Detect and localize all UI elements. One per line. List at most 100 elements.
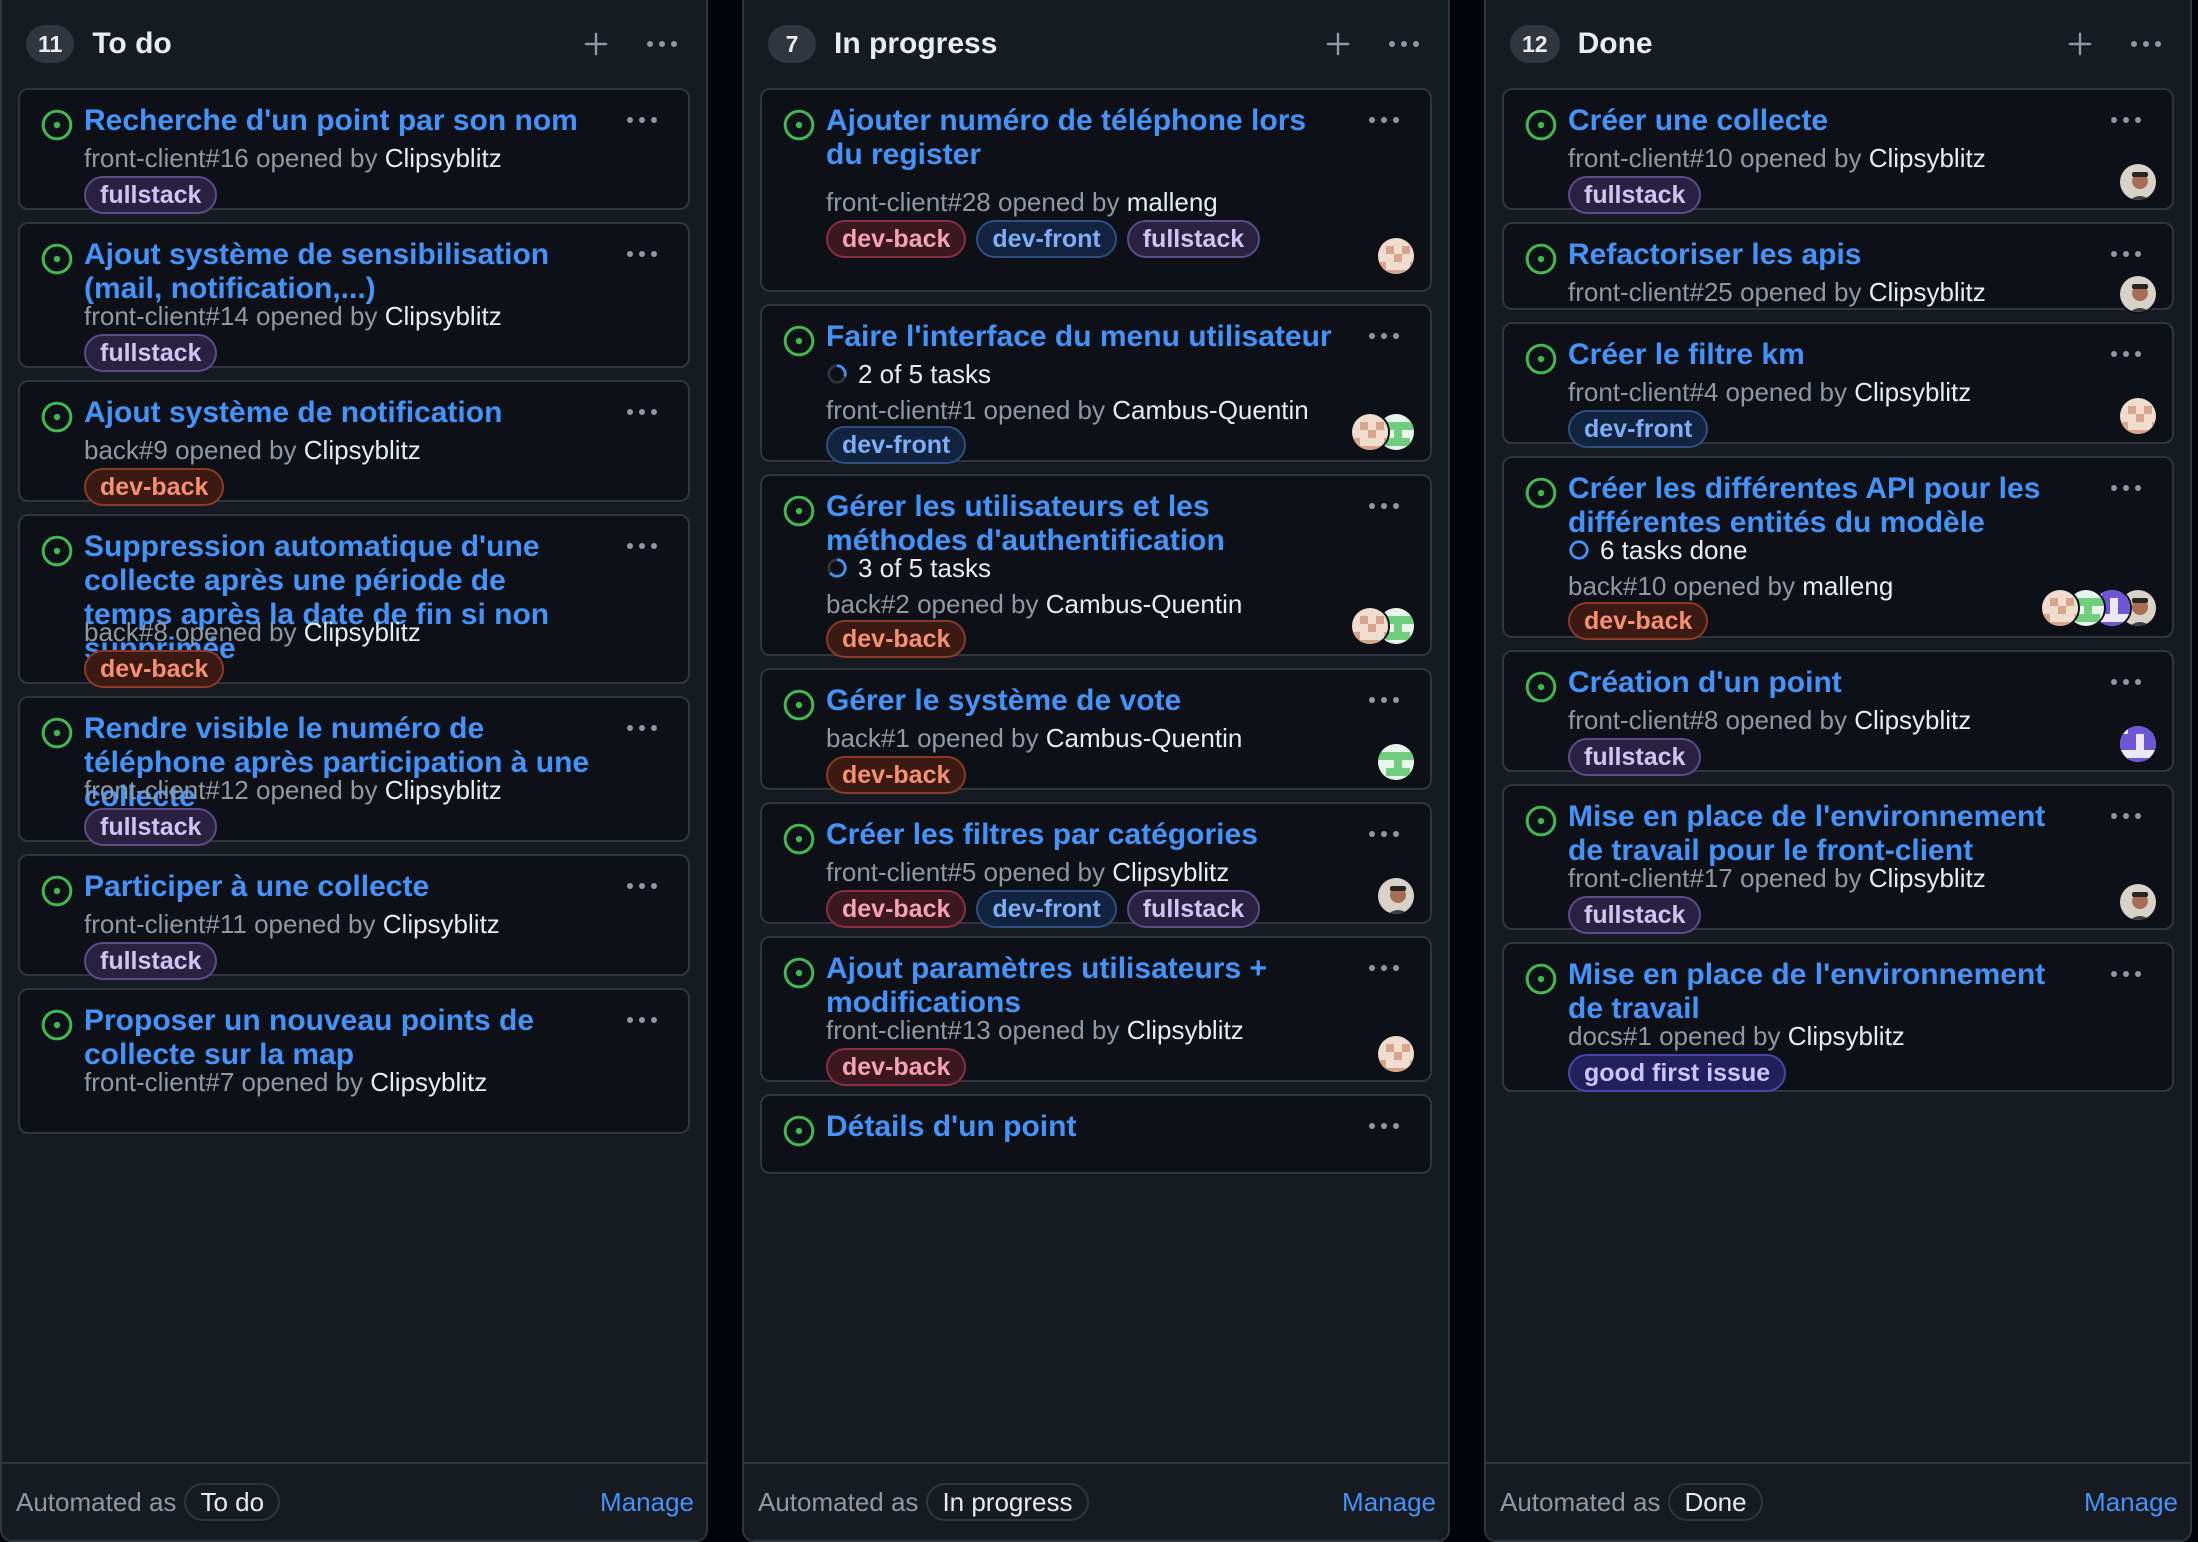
add-card-button[interactable]	[576, 24, 616, 64]
card-menu-button[interactable]	[1364, 106, 1404, 134]
issue-ref[interactable]: front-client#13	[826, 1015, 991, 1045]
card-menu-button[interactable]	[2106, 668, 2146, 696]
author-link[interactable]: Clipsyblitz	[1869, 277, 1986, 307]
issue-ref[interactable]: front-client#4	[1568, 377, 1718, 407]
issue-card[interactable]: Créer le filtre km front-client#4 opened…	[1502, 322, 2174, 448]
issue-card[interactable]: Ajouter numéro de téléphone lors du regi…	[760, 88, 1432, 292]
card-title[interactable]: Ajout système de notification	[84, 396, 598, 430]
card-menu-button[interactable]	[622, 532, 662, 560]
issue-ref[interactable]: front-client#5	[826, 857, 976, 887]
assignee-avatar[interactable]	[2118, 882, 2158, 922]
issue-ref[interactable]: back#1	[826, 723, 910, 753]
assignee-avatar[interactable]	[2118, 162, 2158, 202]
card-menu-button[interactable]	[2106, 106, 2146, 134]
task-progress[interactable]: 3 of 5 tasks	[826, 552, 991, 584]
card-title[interactable]: Gérer les utilisateurs et les méthodes d…	[826, 490, 1340, 558]
issue-card[interactable]: Ajout système de notification back#9 ope…	[18, 380, 690, 506]
author-link[interactable]: Cambus-Quentin	[1046, 589, 1243, 619]
author-link[interactable]: malleng	[1127, 187, 1218, 217]
issue-ref[interactable]: back#9	[84, 435, 168, 465]
assignee-avatar[interactable]	[2118, 724, 2158, 764]
label-fullstack[interactable]: fullstack	[84, 808, 218, 846]
issue-ref[interactable]: back#2	[826, 589, 910, 619]
issue-ref[interactable]: back#10	[1568, 571, 1666, 601]
issue-card[interactable]: Gérer le système de vote back#1 opened b…	[760, 668, 1432, 794]
label-fullstack[interactable]: fullstack	[1568, 738, 1702, 776]
issue-card[interactable]: Suppression automatique d'une collecte a…	[18, 514, 690, 688]
add-card-button[interactable]	[1318, 24, 1358, 64]
card-title[interactable]: Créer les filtres par catégories	[826, 818, 1340, 852]
issue-card[interactable]: Faire l'interface du menu utilisateur 2 …	[760, 304, 1432, 464]
author-link[interactable]: Cambus-Quentin	[1046, 723, 1243, 753]
card-title[interactable]: Proposer un nouveau points de collecte s…	[84, 1004, 598, 1072]
card-menu-button[interactable]	[1364, 1112, 1404, 1140]
card-title[interactable]: Ajout paramètres utilisateurs + modifica…	[826, 952, 1340, 1020]
label-dev-front[interactable]: dev-front	[826, 426, 967, 464]
label-dev-back[interactable]: dev-back	[826, 756, 967, 794]
card-menu-button[interactable]	[2106, 240, 2146, 268]
column-menu-button[interactable]	[2126, 24, 2166, 64]
manage-automation-link[interactable]: Manage	[2084, 1487, 2178, 1518]
issue-card[interactable]: Rendre visible le numéro de téléphone ap…	[18, 696, 690, 846]
label-dev-front[interactable]: dev-front	[1568, 410, 1709, 448]
card-title[interactable]: Recherche d'un point par son nom	[84, 104, 598, 138]
card-title[interactable]: Créer une collecte	[1568, 104, 2082, 138]
author-link[interactable]: Clipsyblitz	[1854, 377, 1971, 407]
author-link[interactable]: Clipsyblitz	[1112, 857, 1229, 887]
label-dev-front[interactable]: dev-front	[976, 220, 1117, 258]
label-fullstack[interactable]: fullstack	[1126, 220, 1261, 258]
issue-card[interactable]: Ajout paramètres utilisateurs + modifica…	[760, 936, 1432, 1086]
label-dev-back[interactable]: dev-back	[1568, 602, 1709, 640]
issue-card[interactable]: Mise en place de l'environnement de trav…	[1502, 942, 2174, 1092]
card-menu-button[interactable]	[622, 240, 662, 268]
label-fullstack[interactable]: fullstack	[84, 176, 218, 214]
issue-ref[interactable]: front-client#11	[84, 909, 247, 939]
issue-ref[interactable]: front-client#25	[1568, 277, 1733, 307]
label-good-first-issue[interactable]: good first issue	[1568, 1054, 1787, 1092]
issue-card[interactable]: Participer à une collecte front-client#1…	[18, 854, 690, 980]
card-menu-button[interactable]	[1364, 322, 1404, 350]
card-menu-button[interactable]	[2106, 960, 2146, 988]
label-dev-front[interactable]: dev-front	[976, 890, 1117, 928]
author-link[interactable]: Clipsyblitz	[370, 1067, 487, 1097]
card-menu-button[interactable]	[2106, 474, 2146, 502]
author-link[interactable]: Clipsyblitz	[385, 775, 502, 805]
card-menu-button[interactable]	[1364, 492, 1404, 520]
issue-card[interactable]: Recherche d'un point par son nom front-c…	[18, 88, 690, 214]
card-menu-button[interactable]	[622, 398, 662, 426]
card-title[interactable]: Créer les différentes API pour les diffé…	[1568, 472, 2082, 540]
issue-ref[interactable]: docs#1	[1568, 1021, 1652, 1051]
author-link[interactable]: Clipsyblitz	[1869, 143, 1986, 173]
author-link[interactable]: Clipsyblitz	[385, 301, 502, 331]
card-menu-button[interactable]	[622, 106, 662, 134]
label-dev-back[interactable]: dev-back	[826, 220, 967, 258]
issue-ref[interactable]: front-client#12	[84, 775, 249, 805]
card-title[interactable]: Mise en place de l'environnement de trav…	[1568, 958, 2082, 1026]
issue-card[interactable]: Détails d'un point	[760, 1094, 1432, 1174]
label-fullstack[interactable]: fullstack	[1568, 176, 1702, 214]
task-progress[interactable]: 2 of 5 tasks	[826, 358, 991, 390]
add-card-button[interactable]	[2060, 24, 2100, 64]
label-fullstack[interactable]: fullstack	[1568, 896, 1702, 934]
issue-card[interactable]: Ajout système de sensibilisation (mail, …	[18, 222, 690, 372]
card-menu-button[interactable]	[622, 1006, 662, 1034]
card-title[interactable]: Ajout système de sensibilisation (mail, …	[84, 238, 598, 306]
author-link[interactable]: Clipsyblitz	[1127, 1015, 1244, 1045]
card-title[interactable]: Création d'un point	[1568, 666, 2082, 700]
assignee-avatar[interactable]	[2118, 396, 2158, 436]
issue-ref[interactable]: front-client#10	[1568, 143, 1733, 173]
issue-card[interactable]: Refactoriser les apis front-client#25 op…	[1502, 222, 2174, 314]
author-link[interactable]: Clipsyblitz	[385, 143, 502, 173]
assignee-avatar[interactable]	[2118, 274, 2158, 314]
card-title[interactable]: Refactoriser les apis	[1568, 238, 2082, 272]
issue-ref[interactable]: front-client#7	[84, 1067, 234, 1097]
label-fullstack[interactable]: fullstack	[1126, 890, 1261, 928]
issue-ref[interactable]: front-client#16	[84, 143, 249, 173]
issue-ref[interactable]: front-client#1	[826, 395, 976, 425]
author-link[interactable]: Clipsyblitz	[383, 909, 500, 939]
card-menu-button[interactable]	[2106, 802, 2146, 830]
card-title[interactable]: Participer à une collecte	[84, 870, 598, 904]
issue-card[interactable]: Créer les filtres par catégories front-c…	[760, 802, 1432, 928]
card-menu-button[interactable]	[2106, 340, 2146, 368]
label-dev-back[interactable]: dev-back	[826, 890, 967, 928]
